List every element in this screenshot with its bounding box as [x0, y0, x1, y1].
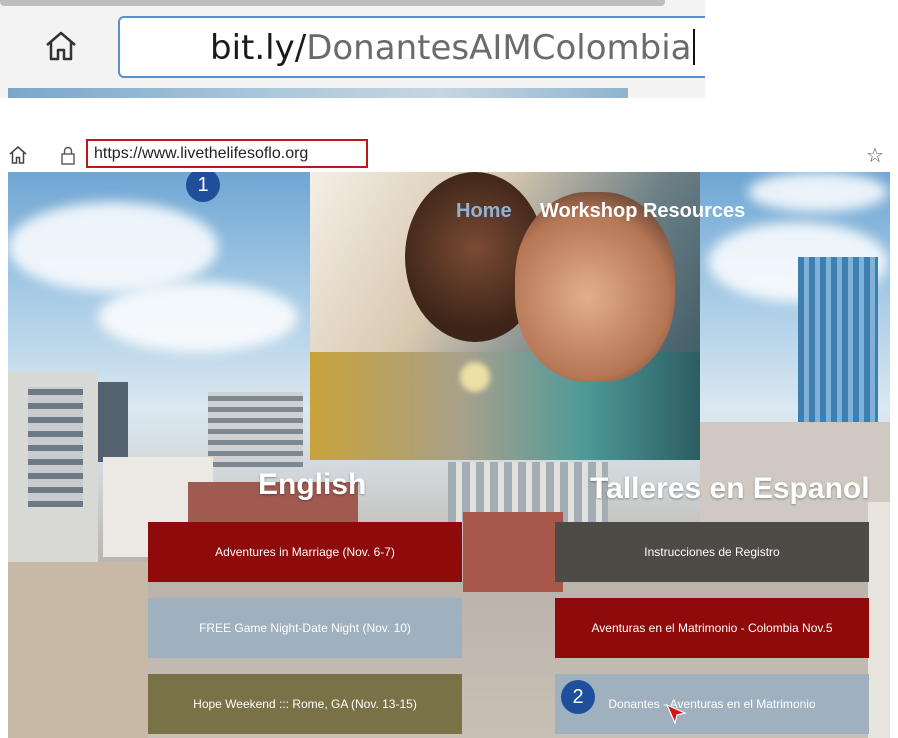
cloud-decoration [98, 282, 298, 352]
building-decoration [8, 562, 148, 738]
cloud-decoration [8, 202, 218, 292]
step-badge-1: 1 [186, 172, 220, 202]
button-label: Adventures in Marriage (Nov. 6-7) [215, 545, 395, 559]
button-instrucciones-registro[interactable]: Instrucciones de Registro [555, 522, 869, 582]
button-hope-weekend[interactable]: Hope Weekend ::: Rome, GA (Nov. 13-15) [148, 674, 462, 734]
address-input[interactable]: bit.ly/DonantesAIMColombia [118, 16, 705, 78]
button-donantes[interactable]: Donantes - Aventuras en el Matrimonio [555, 674, 869, 734]
home-icon[interactable] [44, 30, 78, 62]
button-label: Donantes - Aventuras en el Matrimonio [608, 697, 816, 711]
webpage: Home Workshop Resources English Talleres… [8, 172, 890, 738]
url-domain: bit.ly/ [210, 28, 307, 68]
scrollbar[interactable] [0, 0, 665, 6]
step-badge-2: 2 [561, 680, 595, 714]
button-label: Instrucciones de Registro [644, 545, 780, 559]
text-caret [693, 29, 696, 65]
url-path: DonantesAIMColombia [306, 28, 692, 68]
button-label: FREE Game Night-Date Night (Nov. 10) [199, 621, 411, 635]
lock-icon [61, 146, 75, 165]
button-aventuras-colombia[interactable]: Aventuras en el Matrimonio - Colombia No… [555, 598, 869, 658]
building-decoration [463, 512, 563, 592]
button-label: Hope Weekend ::: Rome, GA (Nov. 13-15) [193, 697, 417, 711]
button-adventures-in-marriage[interactable]: Adventures in Marriage (Nov. 6-7) [148, 522, 462, 582]
building-decoration [868, 502, 890, 738]
button-game-night[interactable]: FREE Game Night-Date Night (Nov. 10) [148, 598, 462, 658]
building-decoration [208, 392, 303, 467]
url-text: https://www.livethelifesoflo.org [94, 145, 309, 162]
building-decoration [98, 382, 128, 462]
mouse-cursor-icon [665, 703, 687, 725]
page-preview-strip [8, 88, 628, 98]
zoomed-address-bar: bit.ly/DonantesAIMColombia [0, 0, 705, 98]
light-flare [460, 362, 490, 392]
browser-toolbar: https://www.livethelifesoflo.org ☆ [0, 138, 898, 172]
heading-english: English [258, 468, 367, 501]
heading-spanish: Talleres en Espanol [590, 472, 870, 505]
nav-workshop-resources-link[interactable]: Workshop Resources [540, 200, 745, 223]
address-bar-highlight[interactable]: https://www.livethelifesoflo.org [86, 139, 368, 168]
home-icon[interactable] [8, 145, 28, 165]
cloud-decoration [748, 172, 888, 212]
favorite-star-icon[interactable]: ☆ [866, 143, 884, 168]
button-label: Aventuras en el Matrimonio - Colombia No… [591, 621, 833, 635]
building-windows [28, 387, 83, 507]
nav-home-link[interactable]: Home [456, 200, 512, 223]
